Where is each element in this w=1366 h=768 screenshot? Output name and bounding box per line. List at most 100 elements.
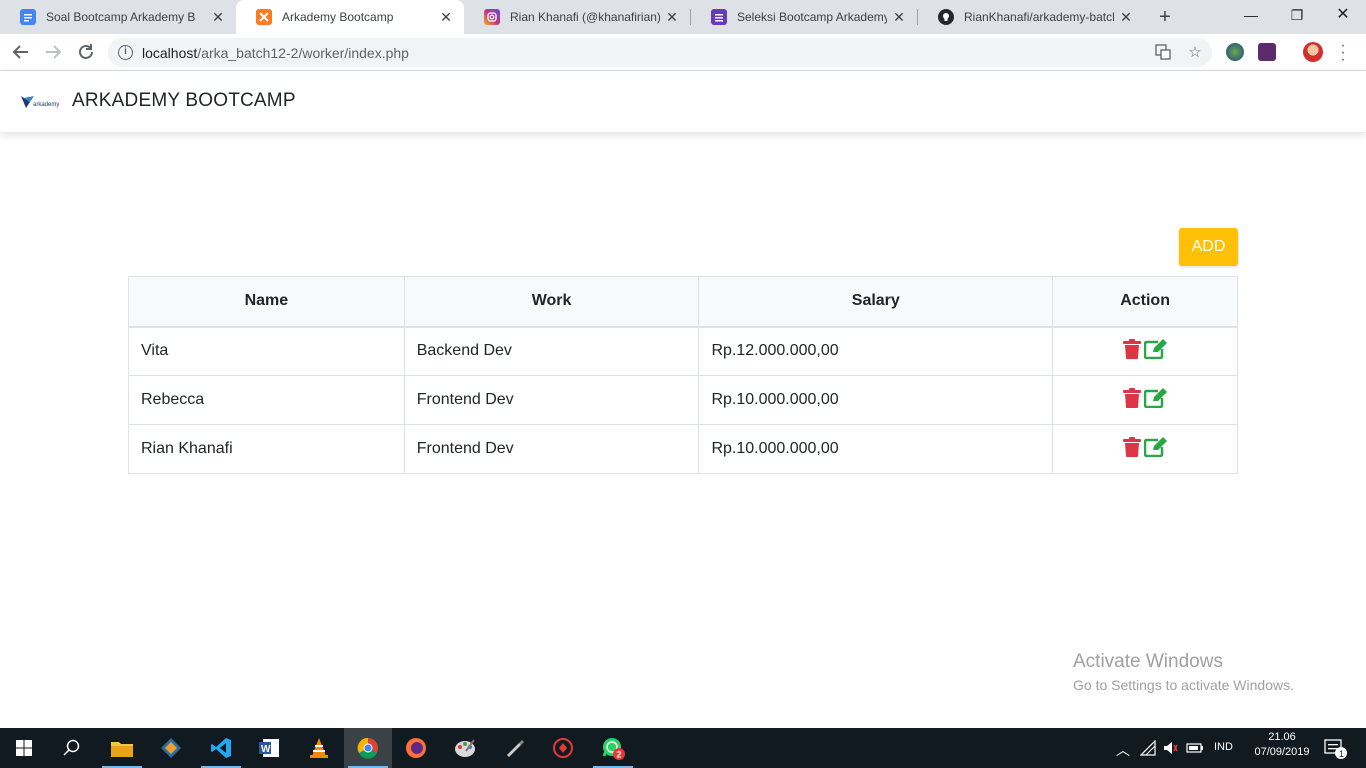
url-path: /arka_batch12-2/worker/index.php [197, 45, 409, 61]
tab-title: Seleksi Bootcamp Arkademy B [737, 10, 887, 24]
chrome-menu-icon[interactable]: · · · [1340, 38, 1346, 68]
language-indicator[interactable]: IND [1214, 741, 1233, 753]
workers-table: Name Work Salary Action Vita Backend Dev… [128, 276, 1238, 474]
back-button[interactable] [9, 40, 33, 64]
header-salary: Salary [698, 276, 1054, 328]
taskbar-gitkraken[interactable] [147, 728, 195, 768]
back-arrow-icon [12, 45, 28, 59]
table-header-row: Name Work Salary Action [128, 276, 1238, 328]
url-text[interactable]: localhost/arka_batch12-2/worker/index.ph… [142, 45, 409, 61]
instagram-icon [484, 9, 500, 25]
cell-name: Vita [128, 326, 405, 376]
reload-button[interactable] [74, 40, 98, 64]
cell-work: Backend Dev [403, 326, 700, 376]
edit-icon[interactable] [1143, 387, 1168, 408]
vlc-cone-icon [310, 738, 328, 758]
close-tab-icon[interactable]: ✕ [664, 9, 680, 25]
header-action: Action [1052, 276, 1238, 328]
taskbar-word[interactable]: W [245, 728, 293, 768]
logo-text: arkademy [33, 102, 59, 108]
pen-icon [507, 740, 524, 757]
close-window-button[interactable]: ✕ [1320, 0, 1366, 30]
site-info-icon[interactable]: i [118, 45, 133, 60]
tab-title: Rian Khanafi (@khanafirian) • I [510, 10, 660, 24]
watermark-title: Activate Windows [1073, 651, 1223, 672]
wifi-icon[interactable] [1140, 740, 1156, 756]
tab-seleksi-bootcamp[interactable]: Seleksi Bootcamp Arkademy B ✕ [691, 0, 917, 34]
chrome-icon [357, 737, 378, 759]
taskbar-paint[interactable] [441, 728, 489, 768]
close-tab-icon[interactable]: ✕ [1118, 9, 1134, 25]
header-name: Name [128, 276, 405, 328]
clock-date: 07/09/2019 [1254, 746, 1310, 758]
restore-button[interactable]: ❐ [1274, 0, 1320, 30]
arkademy-logo[interactable]: arkademy [20, 93, 62, 111]
tab-arkademy-bootcamp[interactable]: Arkademy Bootcamp ✕ [236, 0, 464, 34]
search-button[interactable] [48, 728, 96, 768]
url-host: localhost [142, 45, 198, 61]
taskbar-pen-tool[interactable] [490, 728, 538, 768]
cell-action [1052, 424, 1238, 474]
delete-trash-icon[interactable] [1122, 436, 1141, 457]
close-tab-icon[interactable]: ✕ [891, 9, 907, 25]
clock[interactable]: 21.06 07/09/2019 [1252, 731, 1312, 758]
new-tab-button[interactable]: + [1154, 6, 1176, 28]
close-tab-icon[interactable]: ✕ [210, 9, 226, 25]
close-tab-icon[interactable]: ✕ [438, 9, 454, 25]
delete-trash-icon[interactable] [1122, 338, 1141, 359]
address-bar[interactable]: i localhost/arka_batch12-2/worker/index.… [108, 38, 1212, 67]
cell-work: Frontend Dev [403, 375, 700, 425]
battery-icon[interactable] [1186, 741, 1204, 755]
cell-name: Rebecca [128, 375, 405, 425]
show-hidden-icons-chevron[interactable]: ︿ [1116, 740, 1130, 760]
clock-time: 21.06 [1268, 731, 1296, 743]
taskbar-whatsapp[interactable]: 2 [589, 728, 637, 768]
brand-title[interactable]: ARKADEMY BOOTCAMP [72, 90, 296, 112]
edit-icon[interactable] [1143, 436, 1168, 457]
action-center-icon[interactable]: 1 [1324, 738, 1348, 760]
profile-avatar[interactable] [1303, 42, 1323, 62]
tab-github[interactable]: RianKhanafi/arkademy-batch- ✕ [918, 0, 1144, 34]
taskbar-firefox[interactable] [392, 728, 440, 768]
tab-title: Soal Bootcamp Arkademy Batc [46, 10, 196, 24]
taskbar-chrome[interactable] [344, 728, 392, 768]
windows-taskbar: W 2 ︿ IND 21.06 07/09/2019 1 [0, 728, 1366, 768]
volume-muted-icon[interactable] [1162, 740, 1178, 756]
search-icon [63, 739, 80, 756]
svg-text:W: W [261, 744, 271, 755]
watermark-subtitle: Go to Settings to activate Windows. [1073, 677, 1294, 693]
cell-salary: Rp.10.000.000,00 [698, 424, 1054, 474]
paint-palette-icon [455, 739, 475, 757]
translate-icon[interactable] [1154, 44, 1172, 62]
notification-count: 1 [1339, 749, 1344, 759]
cell-work: Frontend Dev [403, 424, 700, 474]
delete-trash-icon[interactable] [1122, 387, 1141, 408]
tab-instagram[interactable]: Rian Khanafi (@khanafirian) • I ✕ [464, 0, 690, 34]
whatsapp-badge: 2 [617, 750, 622, 760]
cell-name: Rian Khanafi [128, 424, 405, 474]
forms-icon [711, 9, 727, 25]
taskbar-app-red[interactable] [539, 728, 587, 768]
reload-icon [79, 44, 93, 59]
edit-icon[interactable] [1143, 338, 1168, 359]
vscode-icon [211, 738, 231, 758]
taskbar-file-explorer[interactable] [98, 728, 146, 768]
cell-salary: Rp.10.000.000,00 [698, 375, 1054, 425]
windows-logo-icon [16, 740, 32, 756]
bookmark-star-icon[interactable]: ☆ [1186, 44, 1204, 62]
extension-globe-icon[interactable] [1226, 43, 1244, 61]
forward-arrow-icon [46, 45, 62, 59]
site-navbar: arkademy ARKADEMY BOOTCAMP [0, 71, 1366, 132]
taskbar-vscode[interactable] [197, 728, 245, 768]
tab-soal-bootcamp[interactable]: Soal Bootcamp Arkademy Batc ✕ [0, 0, 236, 34]
browser-toolbar: i localhost/arka_batch12-2/worker/index.… [0, 34, 1366, 71]
add-button[interactable]: ADD [1179, 228, 1238, 266]
start-button[interactable] [0, 728, 48, 768]
taskbar-vlc[interactable] [295, 728, 343, 768]
tab-title: Arkademy Bootcamp [282, 10, 394, 24]
table-row: Rian Khanafi Frontend Dev Rp.10.000.000,… [128, 424, 1238, 474]
extension-purple-icon[interactable] [1258, 43, 1276, 61]
forward-button[interactable] [41, 40, 65, 64]
header-work: Work [403, 276, 700, 328]
minimize-button[interactable]: — [1228, 0, 1274, 30]
